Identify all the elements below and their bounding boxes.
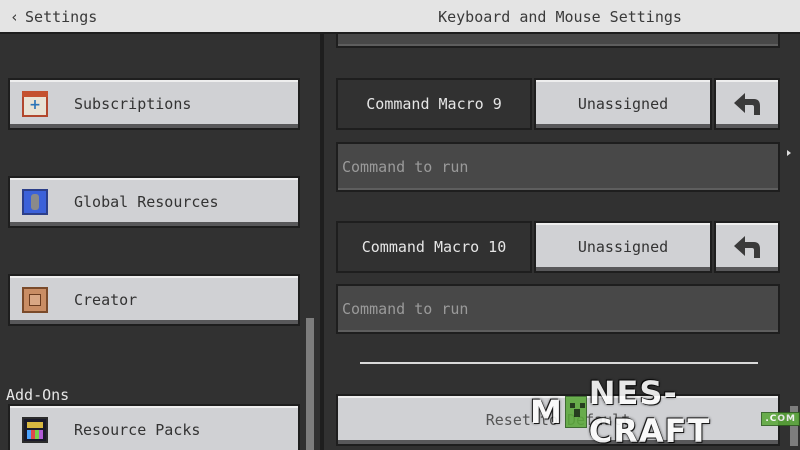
undo-arrow-icon [734, 93, 760, 115]
undo-arrow-icon [734, 236, 760, 258]
command-input[interactable] [340, 285, 778, 333]
macro-binding-button[interactable]: Unassigned [534, 78, 712, 130]
settings-content[interactable]: Command Macro 9 Unassigned Command Macro… [324, 34, 800, 450]
global-resources-icon [22, 189, 48, 215]
previous-command-field[interactable] [336, 34, 780, 48]
macro-label: Command Macro 9 [336, 78, 532, 130]
back-label: Settings [25, 8, 98, 26]
command-field[interactable] [336, 284, 780, 334]
mouse-cursor-icon [787, 150, 791, 156]
back-button[interactable]: ‹ Settings [10, 6, 97, 28]
sidebar-item-creator[interactable]: Creator [8, 274, 300, 326]
sidebar-item-label: Resource Packs [74, 421, 201, 439]
sidebar-scrollbar[interactable] [306, 318, 314, 450]
subscriptions-icon [22, 91, 48, 117]
section-label-add-ons: Add-Ons [6, 386, 70, 404]
sidebar-item-resource-packs[interactable]: Resource Packs [8, 404, 300, 450]
reset-to-default-button[interactable]: Reset to Default [336, 394, 780, 446]
resource-packs-icon [22, 417, 48, 443]
sidebar-item-global-resources[interactable]: Global Resources [8, 176, 300, 228]
sidebar-item-label: Subscriptions [74, 95, 192, 113]
divider-line [360, 362, 758, 364]
reset-binding-button[interactable] [714, 221, 780, 273]
sidebar-item-subscriptions[interactable]: Subscriptions [8, 78, 300, 130]
chevron-left-icon: ‹ [10, 8, 20, 26]
command-input[interactable] [340, 143, 778, 191]
command-field[interactable] [336, 142, 780, 192]
macro-label: Command Macro 10 [336, 221, 532, 273]
header-bar: ‹ Settings Keyboard and Mouse Settings [0, 0, 800, 34]
sidebar-item-label: Creator [74, 291, 138, 309]
macro-binding-button[interactable]: Unassigned [534, 221, 712, 273]
settings-sidebar[interactable]: Subscriptions Global Resources Creator A… [0, 34, 320, 450]
sidebar-item-label: Global Resources [74, 193, 219, 211]
page-title: Keyboard and Mouse Settings [438, 8, 682, 26]
creator-icon [22, 287, 48, 313]
reset-binding-button[interactable] [714, 78, 780, 130]
content-scrollbar[interactable] [790, 406, 798, 446]
